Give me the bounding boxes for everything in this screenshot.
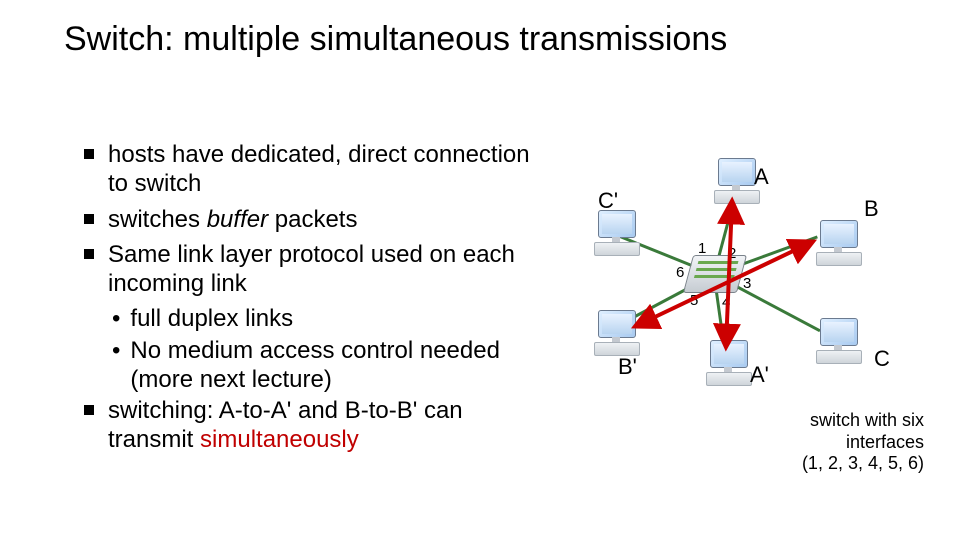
bullet-item: Same link layer protocol used on each in… — [84, 240, 544, 299]
caption-line: switch with six — [724, 410, 924, 432]
bullet-item: hosts have dedicated, direct connection … — [84, 140, 544, 199]
sub-bullet-text: full duplex links — [130, 304, 293, 333]
bullet-text: Same link layer protocol used on each in… — [108, 240, 544, 299]
emphasis-buffer: buffer — [207, 206, 268, 233]
bullet-list: hosts have dedicated, direct connection … — [84, 140, 544, 461]
sub-bullet-text: No medium access control needed (more ne… — [130, 336, 544, 395]
bullet-marker-icon — [84, 214, 94, 224]
bullet-text: hosts have dedicated, direct connection … — [108, 140, 544, 199]
host-label-bp: B' — [618, 354, 637, 380]
switch-icon — [683, 255, 747, 293]
host-label-a: A — [754, 164, 769, 190]
slide-title: Switch: multiple simultaneous transmissi… — [64, 20, 727, 59]
bullet-marker-icon — [84, 249, 94, 259]
emphasis-simultaneously: simultaneously — [200, 426, 359, 453]
port-label-4: 4 — [722, 294, 730, 311]
bullet-text: switching: A-to-A' and B-to-B' can trans… — [108, 396, 544, 455]
host-b-icon — [812, 220, 864, 266]
bullet-item: switches buffer packets — [84, 205, 544, 234]
port-label-5: 5 — [690, 292, 698, 309]
sub-bullet-marker-icon: • — [112, 304, 120, 333]
host-label-b: B — [864, 196, 879, 222]
bullet-item: switching: A-to-A' and B-to-B' can trans… — [84, 396, 544, 455]
port-label-6: 6 — [676, 264, 684, 281]
port-label-2: 2 — [728, 245, 736, 262]
diagram-caption: switch with six interfaces (1, 2, 3, 4, … — [724, 410, 924, 475]
bullet-marker-icon — [84, 149, 94, 159]
sub-bullet-marker-icon: • — [112, 336, 120, 395]
bullet-text: switches buffer packets — [108, 205, 357, 234]
bullet-marker-icon — [84, 405, 94, 415]
port-label-1: 1 — [698, 240, 706, 257]
network-diagram: 1 2 3 4 5 6 A B C A' B' C' switch — [580, 160, 940, 480]
caption-line: (1, 2, 3, 4, 5, 6) — [724, 453, 924, 475]
host-label-c: C — [874, 346, 890, 372]
sub-bullet-list: •full duplex links •No medium access con… — [112, 304, 544, 394]
sub-bullet-item: • full duplex links — [112, 304, 544, 333]
slide: Switch: multiple simultaneous transmissi… — [0, 0, 960, 540]
host-cp-icon — [590, 210, 642, 256]
port-label-3: 3 — [743, 275, 751, 292]
host-label-cp: C' — [598, 188, 618, 214]
caption-line: interfaces — [724, 432, 924, 454]
host-label-ap: A' — [750, 362, 769, 388]
host-ap-icon — [702, 340, 754, 386]
sub-bullet-item: •No medium access control needed (more n… — [112, 336, 544, 395]
host-bp-icon — [590, 310, 642, 356]
host-c-icon — [812, 318, 864, 364]
